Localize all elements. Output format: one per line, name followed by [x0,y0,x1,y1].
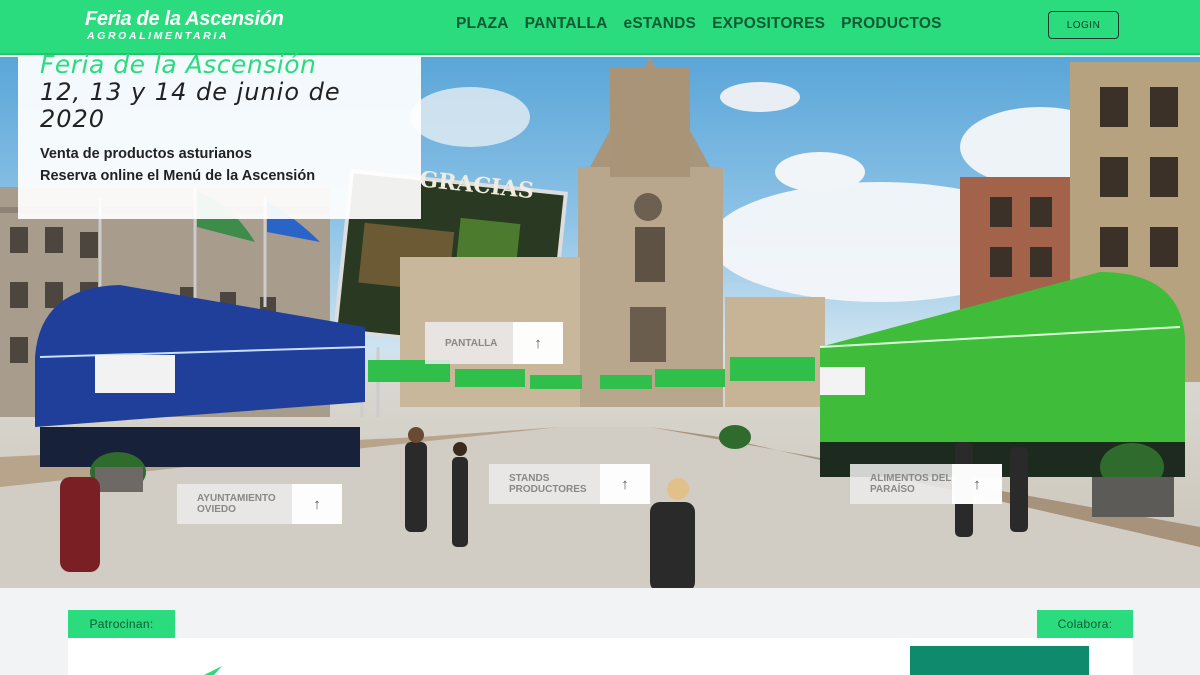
hotspot-ayuntamiento[interactable]: AYUNTAMIENTO OVIEDO ↑ [177,484,342,524]
arrow-up-icon: ↑ [600,464,650,504]
event-info-panel: Feria de la Ascensión 12, 13 y 14 de jun… [18,50,421,219]
nav-plaza[interactable]: PLAZA [456,15,509,33]
event-line-products: Venta de productos asturianos [40,146,252,162]
event-title: Feria de la Ascensión [40,50,317,79]
hotspot-stands-productores[interactable]: STANDS PRODUCTORES ↑ [489,464,650,504]
nav-expositores[interactable]: EXPOSITORES [712,15,825,33]
nav-estands[interactable]: eSTANDS [624,15,697,33]
login-button[interactable]: LOGIN [1048,11,1119,39]
main-nav: PLAZA PANTALLA eSTANDS EXPOSITORES PRODU… [456,15,942,33]
arrow-up-icon: ↑ [952,464,1002,504]
hotspot-stands-label: STANDS PRODUCTORES [509,473,587,495]
hotspot-ayuntamiento-label: AYUNTAMIENTO OVIEDO [197,493,276,515]
logo-subtitle: AGROALIMENTARIA [87,30,230,42]
top-header: Feria de la Ascensión AGROALIMENTARIA PL… [0,0,1200,55]
hotspot-pantalla[interactable]: PANTALLA ↑ [425,322,563,364]
sponsor-logo[interactable] [200,666,222,675]
site-logo[interactable]: Feria de la Ascensión AGROALIMENTARIA [85,8,284,42]
nav-pantalla[interactable]: PANTALLA [525,15,608,33]
nav-productos[interactable]: PRODUCTOS [841,15,942,33]
logo-title: Feria de la Ascensión [85,8,284,30]
collaborator-logo[interactable] [910,646,1089,675]
patrocinan-tag: Patrocinan: [68,610,175,638]
arrow-up-icon: ↑ [292,484,342,524]
hotspot-alimentos-paraiso[interactable]: ALIMENTOS DEL PARAÍSO ↑ [850,464,1002,504]
hotspot-pantalla-label: PANTALLA [445,337,498,349]
arrow-up-icon: ↑ [513,322,563,364]
hotspot-alimentos-label: ALIMENTOS DEL PARAÍSO [870,473,952,495]
colabora-tag: Colabora: [1037,610,1133,638]
event-date: 12, 13 y 14 de junio de 2020 [40,78,341,133]
event-line-menu: Reserva online el Menú de la Ascensión [40,168,316,184]
